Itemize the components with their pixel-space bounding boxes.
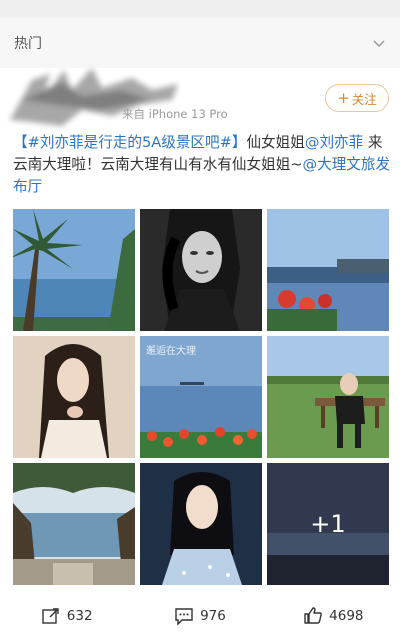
post-text-part1: 仙女姐姐: [246, 134, 305, 151]
source-prefix: 来自: [122, 107, 145, 121]
image-tile-9-more[interactable]: +1: [267, 463, 389, 585]
image-tile-6[interactable]: [267, 336, 389, 458]
thumbs-up-icon: [304, 607, 322, 624]
more-count: +1: [310, 510, 346, 538]
post-source: 来自 iPhone 13 Pro: [122, 106, 228, 122]
chevron-down-icon[interactable]: [372, 36, 386, 50]
mention-link[interactable]: @刘亦菲: [305, 134, 363, 151]
comment-icon: [175, 608, 193, 626]
section-title: 热门: [14, 36, 42, 52]
image-tile-7[interactable]: [13, 463, 135, 585]
image-tile-3[interactable]: [267, 209, 389, 331]
follow-label: 关注: [351, 91, 377, 107]
tile5-caption: 邂逅在大理: [146, 344, 196, 357]
repost-count: 632: [66, 608, 93, 624]
comment-count: 976: [200, 608, 226, 624]
repost-button[interactable]: 632: [0, 598, 133, 634]
source-device: iPhone 13 Pro: [148, 107, 228, 121]
like-count: 4698: [329, 608, 364, 624]
repost-icon: [42, 608, 59, 624]
image-tile-2[interactable]: [140, 209, 262, 331]
image-tile-4[interactable]: [13, 336, 135, 458]
image-tile-5[interactable]: 邂逅在大理: [140, 336, 262, 458]
like-button[interactable]: 4698: [267, 598, 400, 634]
blurred-user-info: [10, 68, 178, 126]
image-tile-1[interactable]: [13, 209, 135, 331]
top-strip: [0, 0, 400, 18]
post-text: 【#刘亦菲是行走的5A级景区吧#】仙女姐姐@刘亦菲 来云南大理啦！云南大理有山有…: [13, 132, 391, 198]
plus-icon: +: [337, 88, 350, 107]
topic-link[interactable]: 【#刘亦菲是行走的5A级景区吧#】: [13, 134, 246, 151]
follow-button[interactable]: + 关注: [325, 84, 389, 112]
action-bar: 632 976 4698: [0, 598, 400, 634]
image-tile-8[interactable]: [140, 463, 262, 585]
comment-button[interactable]: 976: [133, 598, 266, 634]
more-overlay: +1: [267, 463, 389, 585]
image-grid: 邂逅在大理 +1: [13, 209, 389, 586]
